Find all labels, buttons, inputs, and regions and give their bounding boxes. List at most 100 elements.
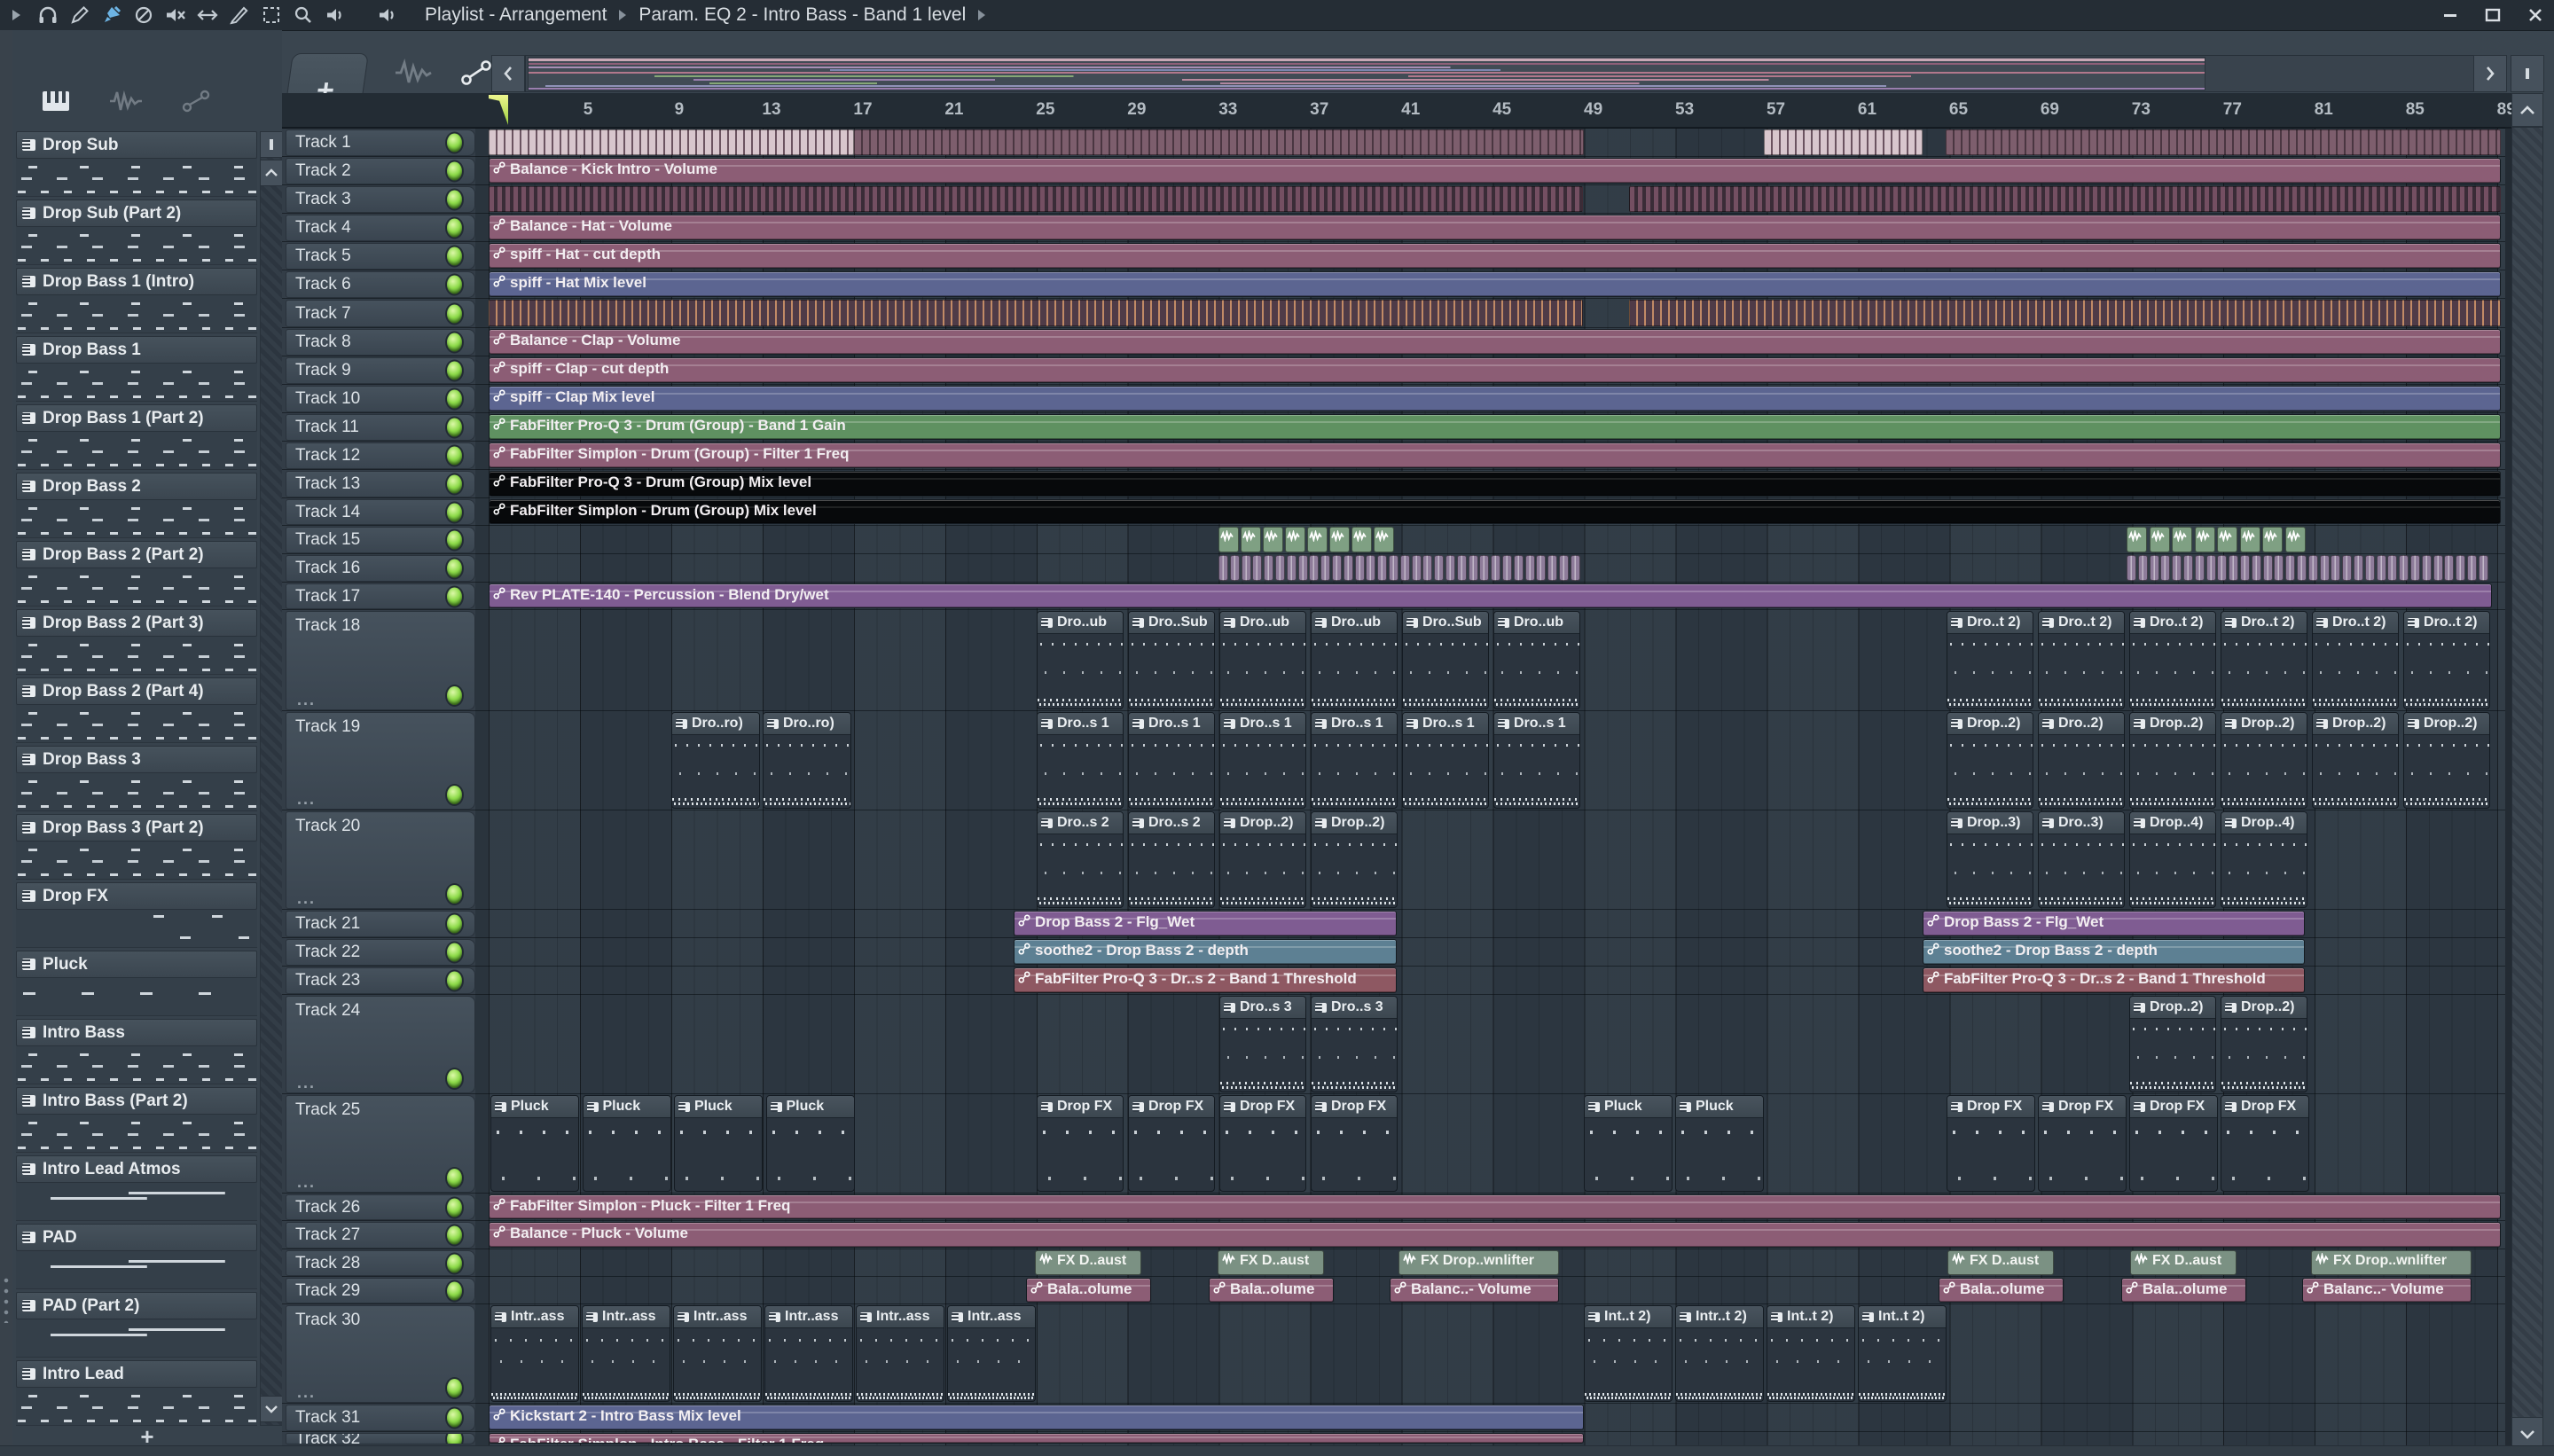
- pattern-clip[interactable]: Dro..s 1: [1493, 712, 1580, 809]
- audio-clip[interactable]: [2172, 555, 2182, 581]
- audio-clip[interactable]: [2421, 555, 2432, 581]
- audio-clip[interactable]: [2331, 555, 2341, 581]
- track-mute-led[interactable]: [447, 943, 462, 962]
- automation-clip[interactable]: spiff - Hat - cut depth: [489, 243, 2501, 269]
- headphones-icon[interactable]: [35, 4, 61, 27]
- no-snap-icon[interactable]: [130, 4, 157, 27]
- audio-clip[interactable]: [2285, 555, 2296, 581]
- track-mute-led[interactable]: [447, 1408, 462, 1428]
- audio-clip[interactable]: [1351, 527, 1372, 552]
- audio-clip[interactable]: [1286, 555, 1297, 581]
- pattern-item-bar[interactable]: Drop Bass 2 (Part 2): [16, 541, 257, 568]
- audio-clip[interactable]: [2478, 555, 2488, 581]
- pattern-strip-clip[interactable]: [489, 300, 1583, 326]
- track-header[interactable]: Track 32: [286, 1433, 475, 1444]
- audio-clip[interactable]: [2194, 555, 2205, 581]
- audio-clip[interactable]: [1456, 555, 1467, 581]
- pattern-item[interactable]: Drop Sub: [16, 131, 257, 198]
- audio-clip[interactable]: [2387, 555, 2398, 581]
- audio-clip[interactable]: [2127, 555, 2136, 581]
- audio-clip[interactable]: [1275, 555, 1285, 581]
- track-header[interactable]: Track 21: [286, 911, 475, 937]
- automation-clip[interactable]: Bala..olume: [1939, 1278, 2064, 1303]
- picker-scrollbar[interactable]: [260, 131, 283, 1426]
- pattern-clip[interactable]: Pluck: [1675, 1095, 1764, 1192]
- automation-clip[interactable]: soothe2 - Drop Bass 2 - depth: [1014, 939, 1397, 965]
- automation-clip[interactable]: Balanc..- Volume: [1390, 1278, 1559, 1303]
- pattern-clip[interactable]: Drop..2): [1947, 712, 2033, 809]
- pattern-clip[interactable]: Drop..2): [2221, 712, 2307, 809]
- pattern-item[interactable]: Drop Bass 2: [16, 473, 257, 539]
- audio-clip[interactable]: [1218, 555, 1228, 581]
- audio-clip[interactable]: [2297, 555, 2307, 581]
- audio-clip[interactable]: [1536, 555, 1547, 581]
- track-mute-led[interactable]: [447, 885, 462, 904]
- audio-clip[interactable]: [1389, 555, 1398, 581]
- track-mute-led[interactable]: [447, 686, 462, 705]
- pattern-clip[interactable]: Intr..ass: [856, 1305, 944, 1402]
- audio-clip[interactable]: [2251, 555, 2261, 581]
- pattern-clip[interactable]: Dro..t 2): [1947, 611, 2033, 709]
- scroll-up-button[interactable]: [2511, 93, 2543, 127]
- scroll-right-button[interactable]: [2473, 55, 2507, 92]
- pattern-item-bar[interactable]: Drop Bass 2 (Part 4): [16, 677, 257, 705]
- audio-clip[interactable]: [1422, 555, 1433, 581]
- automation-clip[interactable]: FabFilter Pro-Q 3 - Dr..s 2 - Band 1 Thr…: [1014, 967, 1397, 993]
- automation-clip[interactable]: Drop Bass 2 - Flg_Wet: [1923, 911, 2305, 936]
- track-mute-led[interactable]: [447, 275, 462, 294]
- pattern-clip[interactable]: Dro..s 1: [1402, 712, 1489, 809]
- pattern-item[interactable]: Drop Bass 1 (Intro): [16, 268, 257, 334]
- audio-clip[interactable]: [1307, 527, 1328, 552]
- pattern-item-bar[interactable]: PAD: [16, 1224, 257, 1251]
- audio-clip[interactable]: [1354, 555, 1365, 581]
- pattern-item-bar[interactable]: Intro Lead Atmos: [16, 1155, 257, 1183]
- pattern-item[interactable]: Drop Bass 1 (Part 2): [16, 404, 257, 471]
- pattern-item-bar[interactable]: Drop Bass 1: [16, 336, 257, 364]
- pattern-clip[interactable]: Dro..t 2): [2403, 611, 2490, 709]
- pattern-item-bar[interactable]: Drop Bass 2: [16, 473, 257, 500]
- mute-icon[interactable]: [162, 4, 189, 27]
- pattern-clip[interactable]: Dro..s 1: [1037, 712, 1124, 809]
- pattern-clip[interactable]: Pluck: [582, 1095, 671, 1192]
- track-header[interactable]: Track 4: [286, 215, 475, 241]
- track-header[interactable]: Track 17: [286, 583, 475, 609]
- track-header[interactable]: Track 19...: [286, 712, 475, 810]
- pencil-icon[interactable]: [67, 4, 93, 27]
- audio-clip[interactable]: [1229, 555, 1240, 581]
- pattern-item-bar[interactable]: Pluck: [16, 951, 257, 978]
- automation-clip[interactable]: spiff - Clap - cut depth: [489, 357, 2501, 383]
- audio-clip[interactable]: [2274, 555, 2284, 581]
- track-mute-led[interactable]: [447, 530, 462, 550]
- track-header[interactable]: Track 24...: [286, 996, 475, 1093]
- track-header[interactable]: Track 13: [286, 471, 475, 497]
- track-mute-led[interactable]: [447, 190, 462, 209]
- pattern-item[interactable]: Drop Bass 3: [16, 746, 257, 812]
- pattern-clip[interactable]: Dro..s 2: [1037, 811, 1124, 908]
- pattern-item-bar[interactable]: Drop Sub: [16, 131, 257, 159]
- pattern-item[interactable]: Drop Bass 2 (Part 2): [16, 541, 257, 607]
- automation-clip[interactable]: FabFilter Pro-Q 3 - Drum (Group) Mix lev…: [489, 471, 2501, 497]
- audio-clip[interactable]: [2127, 527, 2147, 552]
- audio-clip[interactable]: FX D..aust: [1035, 1250, 1141, 1275]
- audio-clip[interactable]: [2137, 555, 2148, 581]
- automation-clip[interactable]: Bala..olume: [2121, 1278, 2246, 1303]
- pattern-clip[interactable]: Drop FX: [1947, 1095, 2035, 1192]
- track-header[interactable]: Track 29: [286, 1278, 475, 1303]
- audio-clip[interactable]: FX D..aust: [1218, 1250, 1324, 1275]
- automation-clip[interactable]: Drop Bass 2 - Flg_Wet: [1014, 911, 1397, 936]
- pattern-item[interactable]: Pluck: [16, 951, 257, 1017]
- track-header[interactable]: Track 20...: [286, 811, 475, 909]
- track-header[interactable]: Track 9: [286, 357, 475, 384]
- pattern-clip[interactable]: Drop FX: [2221, 1095, 2309, 1192]
- track-options-dots[interactable]: ...: [297, 790, 316, 809]
- track-header[interactable]: Track 28: [286, 1250, 475, 1276]
- pattern-clip[interactable]: Dro..ub: [1311, 611, 1398, 709]
- track-header[interactable]: Track 22: [286, 939, 475, 966]
- track-header[interactable]: Track 23: [286, 967, 475, 994]
- pattern-item-bar[interactable]: Intro Bass (Part 2): [16, 1087, 257, 1115]
- pattern-clip[interactable]: Dro..Sub: [1402, 611, 1489, 709]
- track-header[interactable]: Track 6: [286, 271, 475, 298]
- audio-clip[interactable]: [1570, 555, 1580, 581]
- track-options-dots[interactable]: ...: [297, 1173, 316, 1192]
- pattern-clip[interactable]: Dro..t 2): [2312, 611, 2399, 709]
